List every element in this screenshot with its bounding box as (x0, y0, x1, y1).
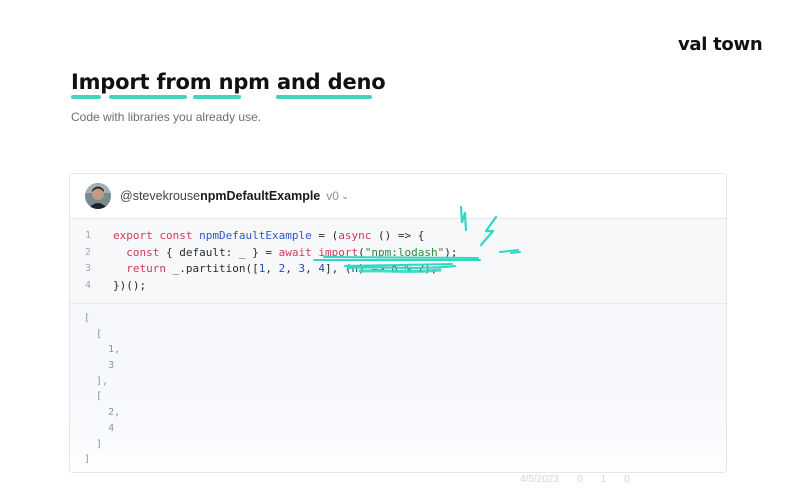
val-function-name[interactable]: npmDefaultExample (200, 189, 320, 203)
code-token: { default: _ } = (159, 245, 279, 259)
output-line: 2, (84, 407, 121, 419)
comment-count: 0 (624, 474, 630, 485)
code-token: export (113, 229, 153, 242)
title-underline-highlight (193, 95, 241, 99)
code-token: return (126, 262, 166, 275)
code-token: , (305, 262, 319, 275)
run-count: 0 (576, 474, 583, 485)
code-token: , (265, 262, 279, 275)
code-token: "npm:lodash" (364, 245, 445, 259)
code-token: = ( (311, 229, 339, 242)
title-underline-highlight (71, 95, 101, 99)
output-line: ] (84, 438, 103, 450)
code-line: 2 const { default: _ } = await import("n… (70, 245, 726, 262)
val-card: @stevekrousenpmDefaultExample v0 ⌄ 1 exp… (69, 173, 727, 473)
chevron-down-icon[interactable]: ⌄ (341, 191, 349, 202)
code-token: , (285, 262, 299, 275)
val-date: 4/5/2023 (520, 474, 559, 485)
code-token: ); (444, 245, 458, 259)
output-line: [ (84, 391, 103, 403)
title-underline-highlight (276, 95, 372, 99)
val-footer: 4/5/2023 0 1 0 (520, 474, 630, 485)
code-token: const (126, 245, 160, 259)
code-token: })(); (113, 278, 147, 292)
code-line: 1 export const npmDefaultExample = (asyn… (70, 228, 726, 245)
code-token: 4 (318, 262, 325, 275)
hero-title-wrap: Import from npm and deno (71, 70, 386, 99)
code-token: ( (358, 245, 365, 259)
line-number: 1 (84, 230, 91, 241)
val-title[interactable]: @stevekrousenpmDefaultExample (120, 189, 320, 203)
avatar[interactable] (85, 183, 111, 209)
code-token: ], (n) => n % 2); (324, 262, 438, 275)
code-line: 4 })(); (70, 278, 726, 295)
code-token: npmDefaultExample (199, 229, 312, 242)
output-line: ], (84, 375, 109, 387)
code-token: const (159, 229, 193, 242)
code-token: import (318, 245, 359, 259)
output-line: [ (84, 328, 103, 340)
output-line: 3 (84, 360, 115, 372)
avatar-photo-icon (85, 183, 111, 209)
like-count: 1 (600, 474, 607, 485)
output-line: 4 (84, 422, 115, 434)
output-line: 1, (84, 344, 121, 356)
val-author[interactable]: @stevekrouse (120, 189, 200, 203)
version-selector[interactable]: v0 (326, 189, 339, 203)
code-token: await (278, 245, 312, 259)
output-line: ] (84, 454, 91, 466)
code-token: () => { (371, 229, 425, 242)
code-token: _.partition([ (166, 262, 259, 275)
title-underline-highlight (109, 95, 187, 99)
code-token: async (338, 229, 372, 242)
code-editor[interactable]: 1 export const npmDefaultExample = (asyn… (70, 219, 726, 304)
val-town-logo[interactable]: val town (678, 34, 763, 55)
page-subtitle: Code with libraries you already use. (71, 110, 262, 124)
line-number: 2 (84, 246, 91, 258)
line-number: 4 (84, 279, 91, 291)
val-card-header: @stevekrousenpmDefaultExample v0 ⌄ (70, 174, 726, 219)
output-line: [ (84, 313, 91, 324)
page-title: Import from npm and deno (71, 70, 386, 94)
output-panel: [ [ 1, 3 ], [ 2, 4 ] ] (70, 304, 726, 472)
line-number: 3 (84, 263, 91, 274)
code-line: 3 return _.partition([1, 2, 3, 4], (n) =… (70, 261, 726, 278)
